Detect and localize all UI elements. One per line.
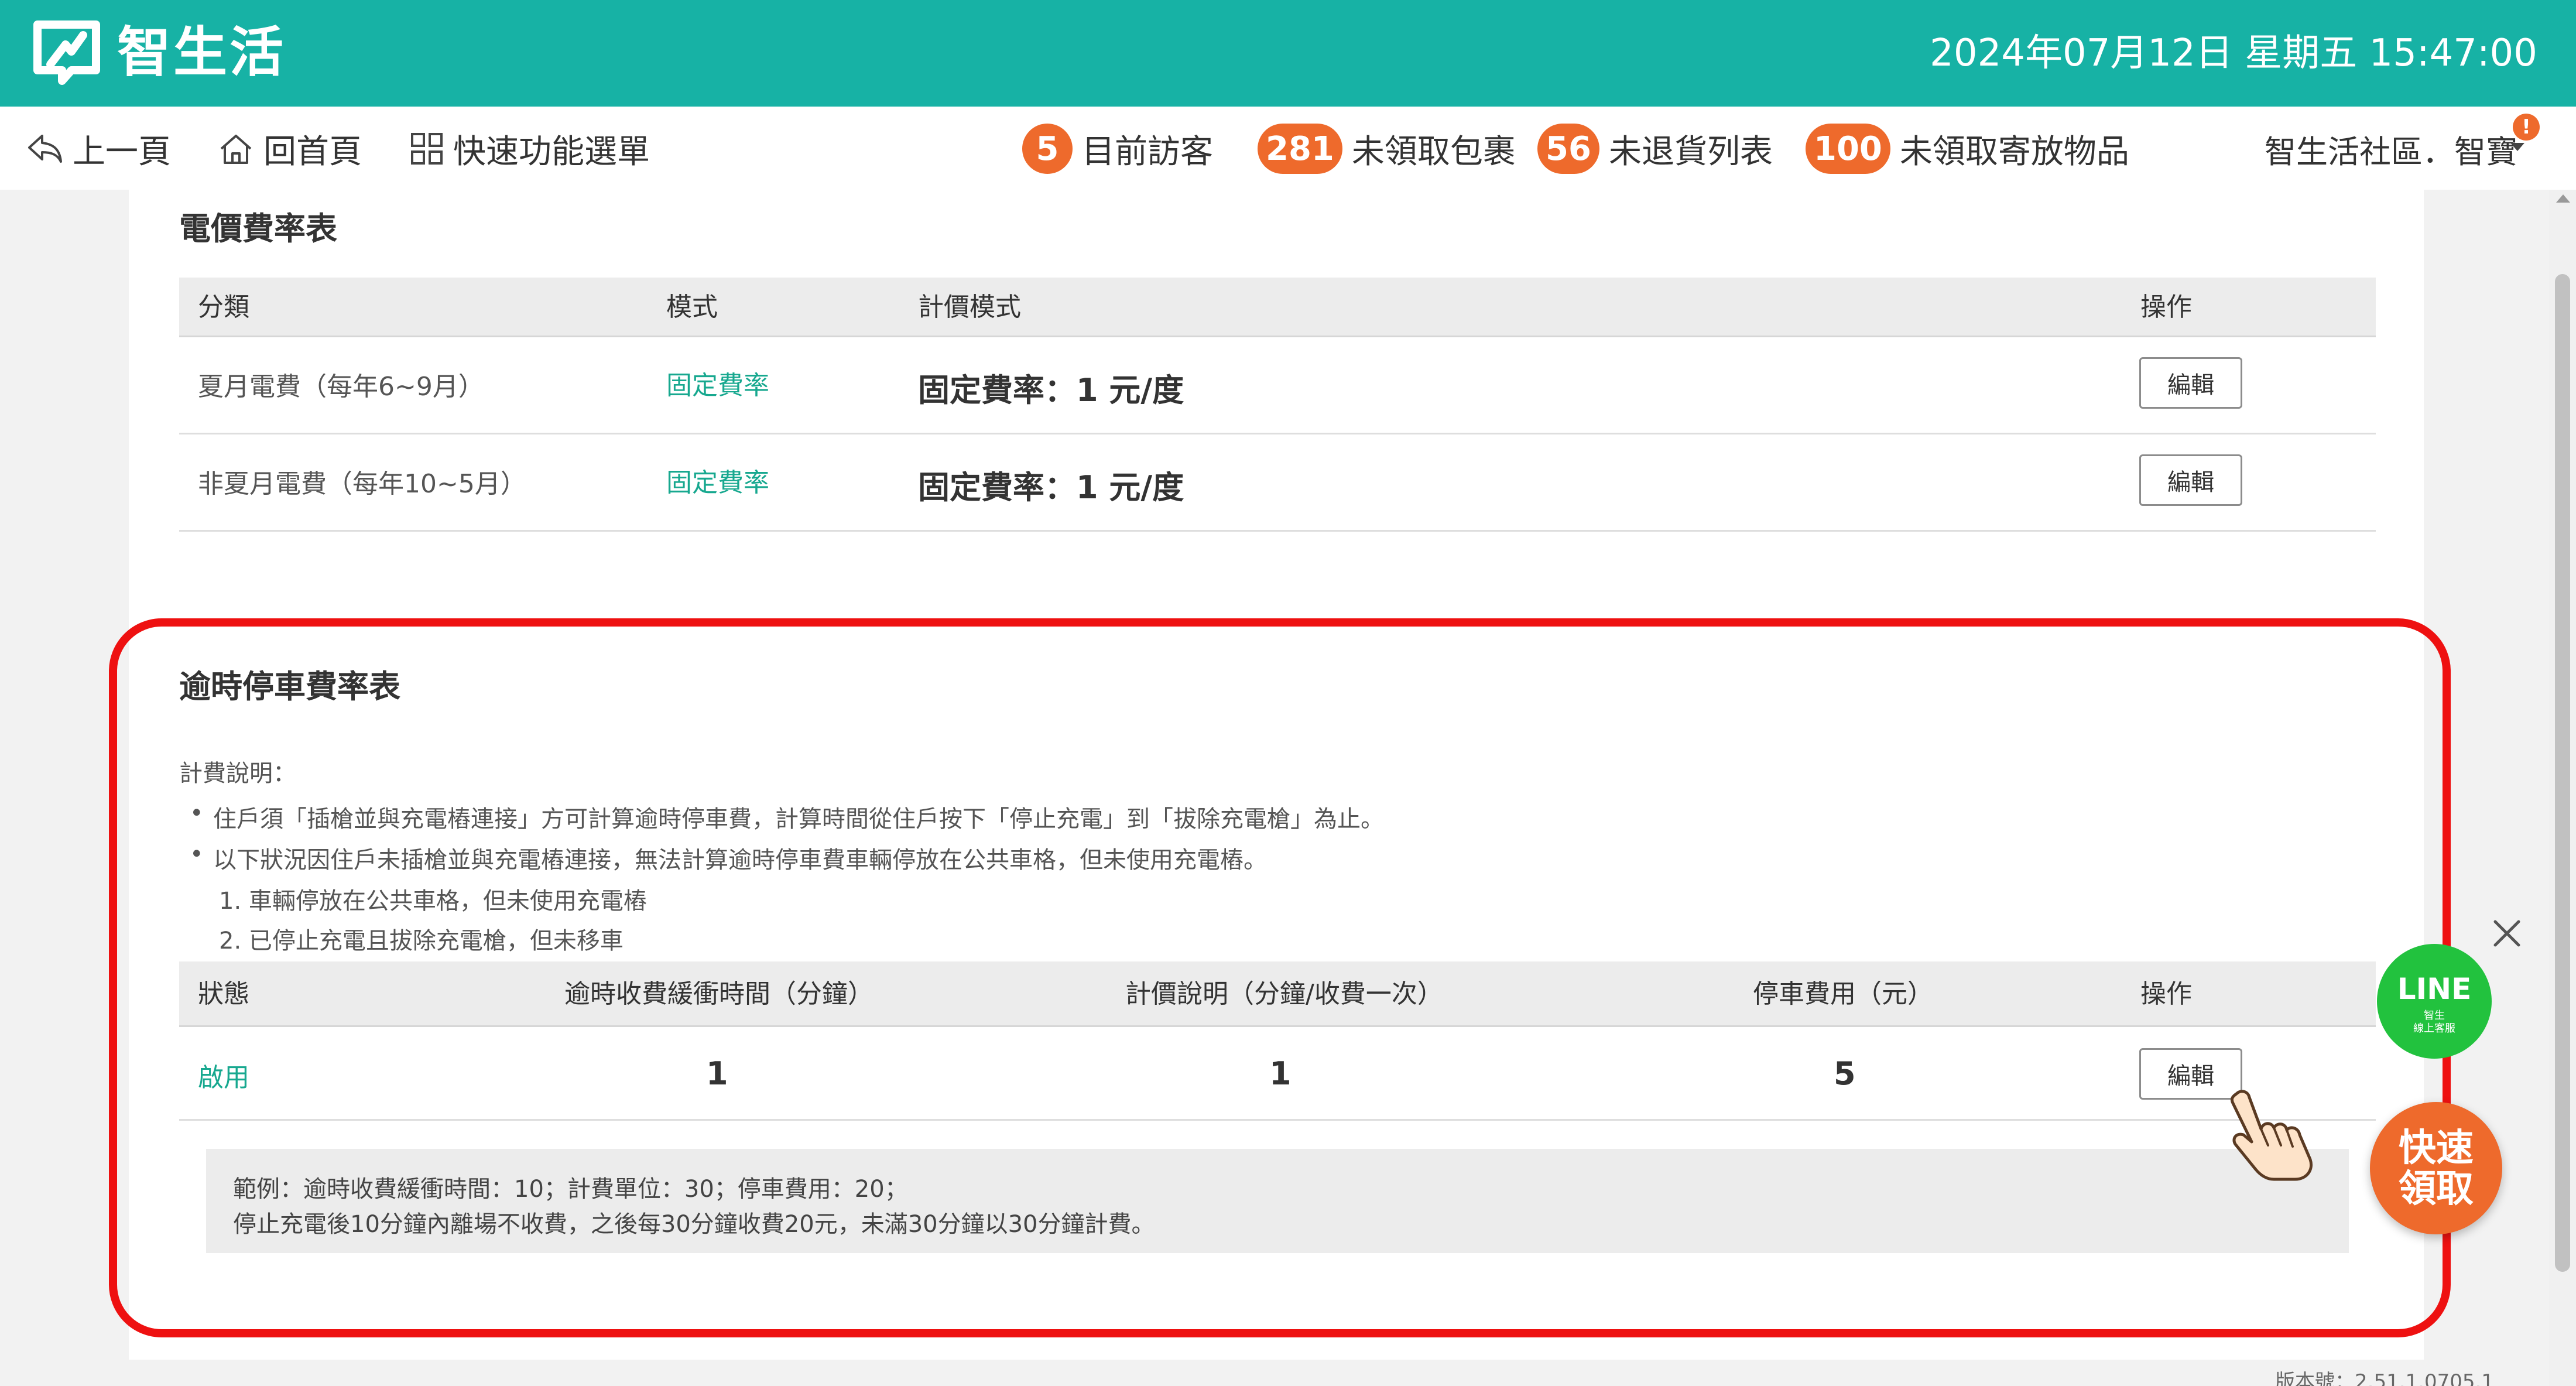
line-label: LINE	[2397, 972, 2472, 1006]
grid-icon	[411, 133, 443, 165]
category-cell: 夏月電費（每年6~9月）	[198, 372, 484, 402]
user-menu[interactable]: 智生活社區．智寶	[2265, 126, 2517, 171]
stat-label: 未退貨列表	[1608, 132, 1773, 171]
pricing-cell: 固定費率：1 元/度	[918, 469, 1184, 506]
mode-link[interactable]: 固定費率	[666, 364, 769, 402]
note-bullet: 住戶須「插槍並與充電樁連接」方可計算逾時停車費，計算時間從住戶按下「停止充電」到…	[213, 806, 1384, 833]
column-header: 停車費用（元）	[1753, 979, 1933, 1009]
home-icon	[220, 135, 252, 164]
line-sub-line: 智生	[2424, 1009, 2445, 1022]
stat-badge: 5	[1022, 124, 1073, 174]
back-label: 上一頁	[73, 132, 171, 171]
quick-pickup-label: 領取	[2399, 1168, 2474, 1211]
overtime-table-header: 狀態 逾時收費緩衝時間（分鐘） 計價說明（分鐘/收費一次） 停車費用（元） 操作	[179, 961, 2376, 1027]
quick-menu-link[interactable]: 快速功能選單	[410, 126, 650, 171]
edit-button[interactable]: 編輯	[2139, 454, 2242, 506]
line-sub-label: 智生 線上客服	[2377, 1009, 2492, 1035]
quick-menu-label: 快速功能選單	[453, 132, 650, 171]
column-header: 計價模式	[918, 292, 1021, 322]
stat-deposits[interactable]: 100 未領取寄放物品	[1806, 124, 2129, 174]
line-sub-line: 線上客服	[2413, 1022, 2455, 1035]
note-bullet: 以下狀況因住戶未插槍並與充電樁連接，無法計算逾時停車費車輛停放在公共車格，但未使…	[213, 847, 1267, 874]
pointer-hand-icon	[2230, 1090, 2313, 1181]
column-header: 逾時收費緩衝時間（分鐘）	[564, 979, 873, 1009]
stat-visitors[interactable]: 5 目前訪客	[1022, 124, 1213, 174]
buffer-cell: 1	[706, 1055, 728, 1092]
edit-button[interactable]: 編輯	[2139, 357, 2242, 409]
stat-returns[interactable]: 56 未退貨列表	[1537, 124, 1773, 174]
stat-badge: 56	[1537, 124, 1599, 174]
column-header: 模式	[666, 292, 718, 322]
app-header: 智生活 2024年07月12日 星期五 15:47:00	[0, 0, 2576, 107]
stat-label: 未領取包裹	[1351, 132, 1516, 171]
version-label: 版本號：2.51.1.0705.1	[2275, 1370, 2494, 1386]
close-icon[interactable]	[2491, 917, 2523, 950]
nav-bar: 上一頁 回首頁 快速功能選單 5 目前訪客 281 未領取包裹 56 未退貨列表…	[0, 107, 2576, 190]
status-link[interactable]: 啟用	[198, 1056, 249, 1094]
electricity-table-header: 分類 模式 計價模式 操作	[179, 278, 2376, 337]
user-name: 智生活社區．智寶	[2265, 133, 2517, 170]
stat-label: 目前訪客	[1082, 132, 1213, 171]
table-row: 非夏月電費（每年10~5月） 固定費率 固定費率：1 元/度 編輯	[179, 434, 2376, 532]
quick-pickup-button[interactable]: 快速 領取	[2370, 1102, 2502, 1234]
scrollbar-thumb[interactable]	[2555, 274, 2570, 1272]
alert-icon[interactable]: !	[2513, 114, 2540, 141]
back-icon	[28, 135, 62, 163]
logo-icon	[33, 20, 100, 85]
pricing-cell: 固定費率：1 元/度	[918, 372, 1184, 409]
datetime: 2024年07月12日 星期五 15:47:00	[1930, 32, 2537, 75]
example-box: 範例：逾時收費緩衝時間：10；計費單位：30；停車費用：20； 停止充電後10分…	[206, 1149, 2349, 1253]
bullet-icon: •	[190, 841, 204, 868]
stat-badge: 100	[1806, 124, 1890, 174]
back-link[interactable]: 上一頁	[26, 126, 171, 171]
home-label: 回首頁	[263, 132, 362, 171]
overtime-title: 逾時停車費率表	[179, 668, 400, 705]
scroll-up-icon[interactable]	[2556, 194, 2570, 203]
app-logo[interactable]: 智生活	[33, 20, 286, 85]
column-header: 分類	[198, 292, 249, 322]
column-header: 狀態	[198, 979, 249, 1009]
column-header: 計價說明（分鐘/收費一次）	[1125, 979, 1443, 1009]
column-header: 操作	[2140, 979, 2192, 1009]
column-header: 操作	[2140, 292, 2192, 322]
stat-badge: 281	[1258, 124, 1342, 174]
table-row: 夏月電費（每年6~9月） 固定費率 固定費率：1 元/度 編輯	[179, 337, 2376, 434]
table-row: 啟用 1 1 5 編輯	[179, 1027, 2376, 1121]
example-line: 停止充電後10分鐘內離場不收費，之後每30分鐘收費20元，未滿30分鐘以30分鐘…	[233, 1211, 1155, 1238]
mode-link[interactable]: 固定費率	[666, 461, 769, 499]
bullet-icon: •	[190, 800, 204, 827]
category-cell: 非夏月電費（每年10~5月）	[198, 469, 526, 499]
example-line: 範例：逾時收費緩衝時間：10；計費單位：30；停車費用：20；	[233, 1176, 908, 1203]
chevron-down-icon[interactable]	[2510, 143, 2524, 151]
notes-title: 計費說明：	[179, 760, 296, 787]
stat-packages[interactable]: 281 未領取包裹	[1258, 124, 1516, 174]
line-chat-button[interactable]: LINE 智生 線上客服	[2377, 944, 2492, 1059]
stat-label: 未領取寄放物品	[1899, 132, 2129, 171]
interval-cell: 1	[1269, 1055, 1292, 1092]
note-sub-item: 1. 車輛停放在公共車格，但未使用充電樁	[219, 888, 647, 915]
note-sub-item: 2. 已停止充電且拔除充電槍，但未移車	[219, 928, 624, 954]
home-link[interactable]: 回首頁	[218, 126, 362, 171]
quick-pickup-label: 快速	[2399, 1127, 2474, 1170]
logo-text: 智生活	[117, 21, 286, 84]
electricity-title: 電價費率表	[179, 210, 337, 247]
fee-cell: 5	[1834, 1055, 1856, 1092]
